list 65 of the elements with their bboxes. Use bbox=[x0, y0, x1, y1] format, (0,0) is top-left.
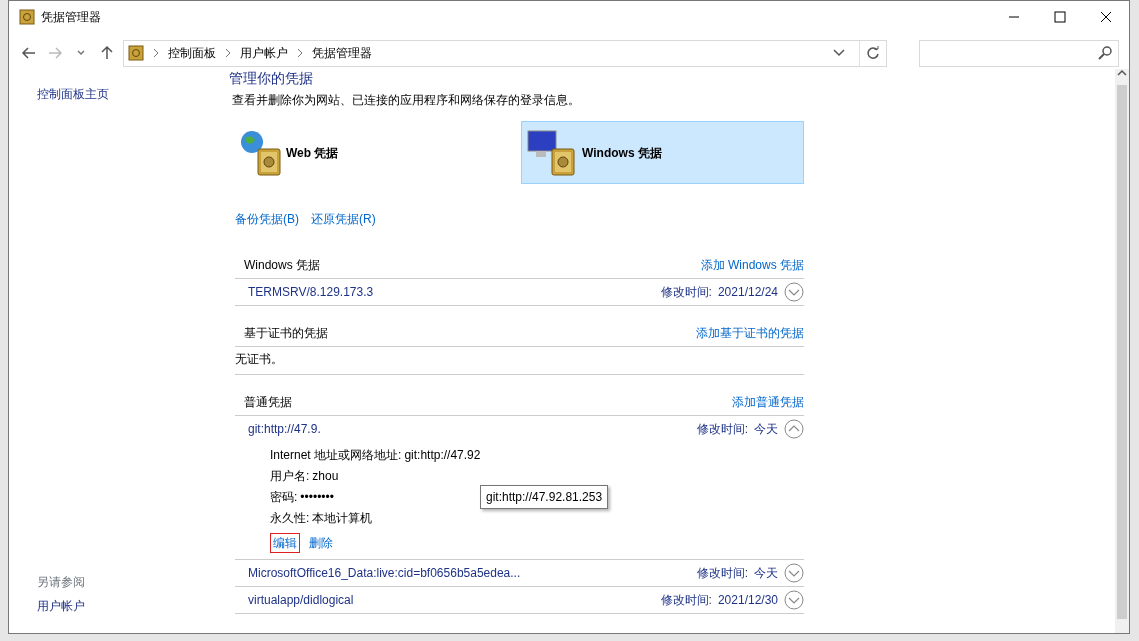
page-heading: 管理你的凭据 bbox=[229, 71, 314, 85]
section-title: 基于证书的凭据 bbox=[244, 325, 328, 342]
section-title: 普通凭据 bbox=[244, 394, 292, 411]
chevron-right-icon bbox=[224, 48, 232, 58]
address-bar[interactable]: 控制面板 用户帐户 凭据管理器 bbox=[123, 39, 887, 67]
modified-label: 修改时间: bbox=[660, 284, 712, 301]
modified-date: 2021/12/24 bbox=[717, 284, 778, 301]
page-description: 查看并删除你为网站、已连接的应用程序和网络保存的登录信息。 bbox=[232, 92, 581, 109]
vault-icon bbox=[19, 9, 35, 25]
detail-label: 密码: bbox=[270, 489, 298, 506]
arrow-left-icon bbox=[21, 45, 37, 61]
modified-label: 修改时间: bbox=[660, 592, 712, 609]
search-field[interactable] bbox=[919, 39, 1119, 67]
add-credential-link[interactable]: 添加 Windows 凭据 bbox=[700, 256, 804, 274]
globe-safe-icon bbox=[240, 128, 284, 177]
scrollbar-thumb[interactable] bbox=[1117, 85, 1127, 619]
modified-date: 2021/12/30 bbox=[717, 592, 778, 609]
arrow-up-icon bbox=[99, 45, 115, 61]
detail-value: 本地计算机 bbox=[312, 510, 373, 527]
section-title: Windows 凭据 bbox=[244, 257, 320, 274]
entry-action-link[interactable]: 删除 bbox=[306, 533, 336, 553]
sidebar-link[interactable]: 用户帐户 bbox=[37, 597, 229, 615]
vault-tile[interactable]: Windows 凭据 bbox=[521, 121, 804, 184]
modified-label: 修改时间: bbox=[696, 565, 748, 582]
detail-label: Internet 地址或网络地址: bbox=[270, 447, 402, 464]
credential-name[interactable]: MicrosoftOffice16_Data:live:cid=bf0656b5a5edea... bbox=[248, 564, 521, 582]
detail-label: 用户名: bbox=[270, 468, 310, 485]
scroll-up-icon[interactable] bbox=[1117, 69, 1127, 77]
modified-date: 今天 bbox=[754, 421, 778, 438]
add-credential-link[interactable]: 添加基于证书的凭据 bbox=[696, 324, 804, 342]
credential-name[interactable]: git:http://47.9. bbox=[248, 420, 321, 438]
breadcrumb-item[interactable]: 凭据管理器 bbox=[312, 44, 372, 62]
expand-icon[interactable] bbox=[784, 282, 804, 302]
expand-icon[interactable] bbox=[784, 563, 804, 583]
tooltip: git:http://47.92.81.253 bbox=[480, 485, 609, 509]
chevron-right-icon bbox=[152, 48, 160, 58]
credential-name[interactable]: TERMSRV/8.129.173.3 bbox=[248, 283, 374, 301]
modified-label: 修改时间: bbox=[696, 421, 748, 438]
breadcrumb-item[interactable]: 用户帐户 bbox=[240, 44, 288, 62]
add-credential-link[interactable]: 添加普通凭据 bbox=[732, 393, 804, 411]
close-icon bbox=[1100, 11, 1112, 23]
detail-value: zhou bbox=[312, 468, 339, 485]
detail-value: •••••••• bbox=[300, 489, 334, 506]
action-link[interactable]: 还原凭据(R) bbox=[311, 210, 376, 228]
search-icon bbox=[1098, 46, 1112, 60]
credential-name[interactable]: virtualapp/didlogical bbox=[248, 591, 354, 609]
vault-tile[interactable]: Web 凭据 bbox=[235, 121, 518, 184]
dropdown-icon[interactable] bbox=[833, 48, 845, 58]
maximize-icon bbox=[1054, 11, 1066, 23]
empty-message: 无证书。 bbox=[235, 347, 804, 375]
vault-icon bbox=[128, 45, 144, 61]
entry-action-link[interactable]: 编辑 bbox=[270, 533, 300, 553]
detail-label: 永久性: bbox=[270, 510, 310, 527]
detail-value: git:http://47.92 bbox=[404, 447, 481, 464]
breadcrumb-item[interactable]: 控制面板 bbox=[168, 44, 216, 62]
modified-date: 今天 bbox=[754, 565, 778, 582]
control-panel-home-link[interactable]: 控制面板主页 bbox=[37, 85, 229, 103]
see-also-label: 另请参阅 bbox=[37, 574, 86, 591]
arrow-right-icon bbox=[47, 45, 63, 61]
window-title: 凭据管理器 bbox=[41, 9, 101, 26]
collapse-icon[interactable] bbox=[784, 419, 804, 439]
expand-icon[interactable] bbox=[784, 590, 804, 610]
action-link[interactable]: 备份凭据(B) bbox=[235, 210, 299, 228]
refresh-icon bbox=[866, 46, 880, 60]
chevron-right-icon bbox=[296, 48, 304, 58]
